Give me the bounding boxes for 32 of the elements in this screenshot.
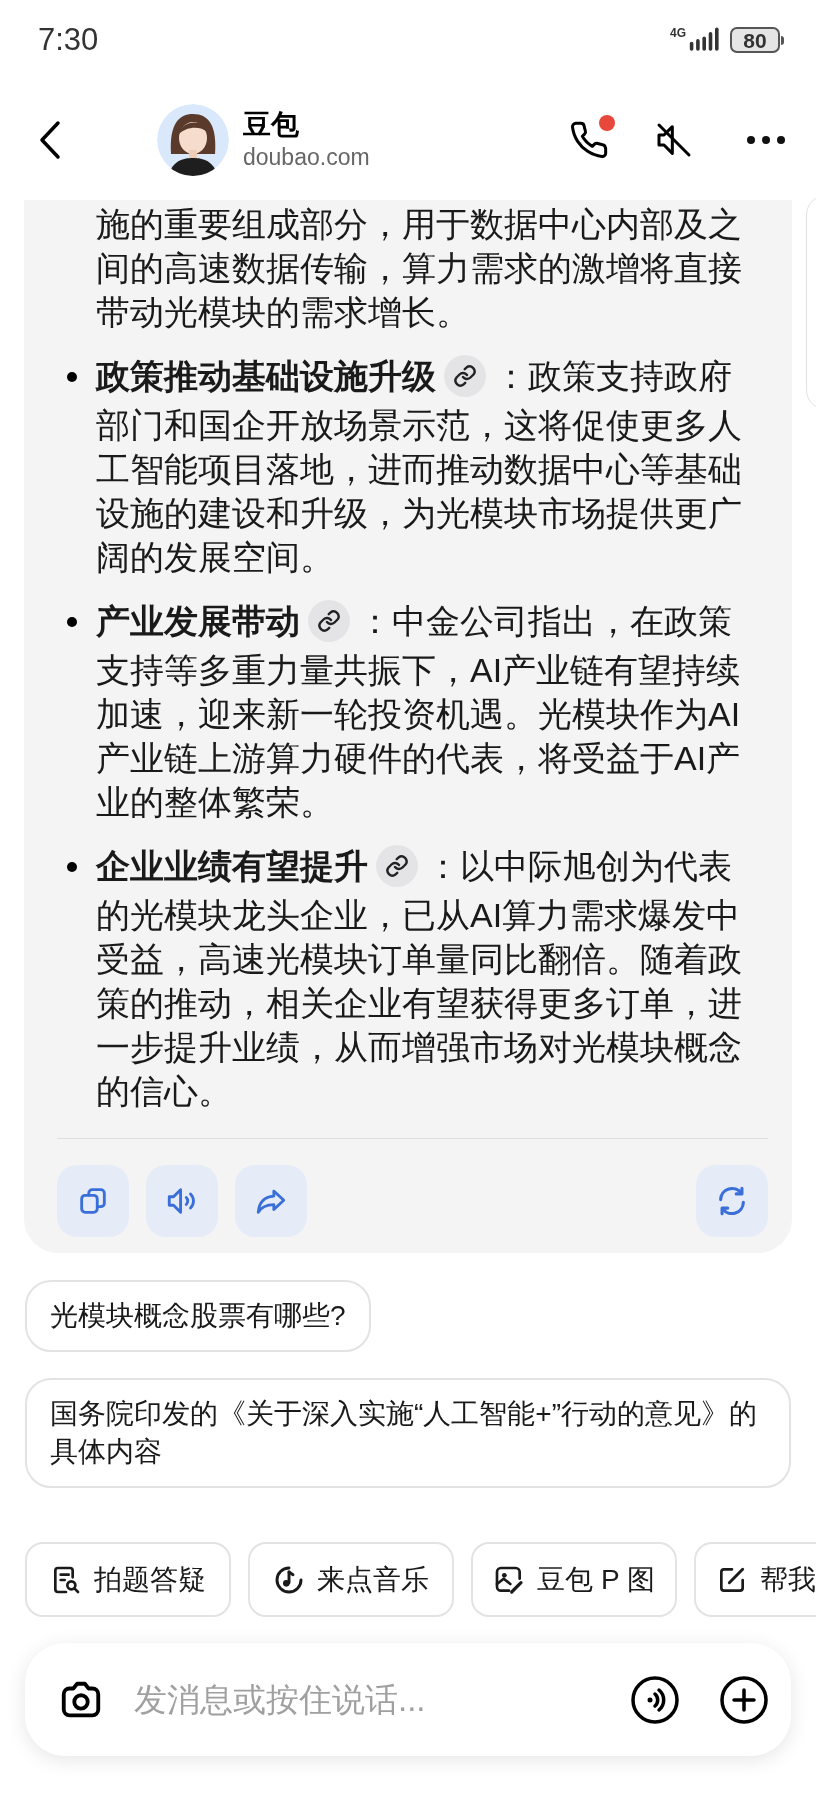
bullet-paragraph: 产业发展带动 ：中金公司指出，在政策支持等多重力量共振下，AI产业链有望持续加速，迎来新一轮投资机遇。光模块作为AI产业链上游算力硬件的代表，将受益于AI产业的整体繁荣。: [96, 599, 742, 824]
link-icon: [385, 854, 409, 879]
link-button[interactable]: [308, 600, 350, 643]
quick-action-button[interactable]: 帮我: [694, 1542, 816, 1617]
chat-subtitle: doubao.com: [243, 143, 370, 172]
network-label: 4G: [670, 27, 686, 39]
status-time: 7:30: [38, 20, 99, 59]
link-icon: [317, 609, 341, 634]
link-button[interactable]: [444, 355, 486, 397]
phone-icon[interactable]: [569, 120, 609, 160]
bullet-paragraph: 企业业绩有望提升 ：以中际旭创为代表的光模块龙头企业，已从AI算力需求爆发中受益，高速光模块订单量同比翻倍。随着政策的推动，相关企业有望获得更多订单，进一步提升业绩，从而增强市场对光模块概念的信心。: [96, 844, 743, 1113]
copy-button[interactable]: [57, 1165, 129, 1238]
battery-indicator: 80: [730, 27, 784, 53]
regenerate-button[interactable]: [696, 1165, 768, 1238]
bullet-paragraph: 政策推动基础设施升级 ：政策支持政府部门和国企开放场景示范，这将促使更多人工智能项目落地，进而推动数据中心等基础设施的建设和升级，为光模块市场提供更广阔的发展空间。: [96, 354, 743, 578]
more-icon[interactable]: [746, 135, 786, 145]
voice-icon[interactable]: [630, 1674, 680, 1725]
message-input[interactable]: 发消息或按住说话...: [134, 1674, 630, 1725]
link-button[interactable]: [376, 845, 418, 888]
quick-action-button[interactable]: 来点音乐: [248, 1542, 454, 1617]
share-button[interactable]: [235, 1165, 307, 1238]
link-icon: [453, 364, 477, 388]
suggestion-chip[interactable]: 光模块概念股票有哪些?: [25, 1280, 371, 1353]
chat-title: 豆包: [243, 108, 300, 142]
add-icon[interactable]: [719, 1674, 769, 1725]
speaker-button[interactable]: [146, 1165, 218, 1238]
back-icon[interactable]: [38, 120, 62, 160]
suggestion-chip[interactable]: 国务院印发的《关于深入实施“人工智能+”行动的意见》的具体内容: [25, 1378, 791, 1489]
message-text: 施的重要组成部分，用于数据中心内部及之间的高速数据传输，算力需求的激增将直接带动光模块的需求增长。: [96, 204, 743, 333]
quick-action-button[interactable]: 拍题答疑: [25, 1542, 231, 1617]
quick-action-button[interactable]: 豆包 P 图: [471, 1542, 677, 1617]
avatar: [157, 104, 229, 176]
